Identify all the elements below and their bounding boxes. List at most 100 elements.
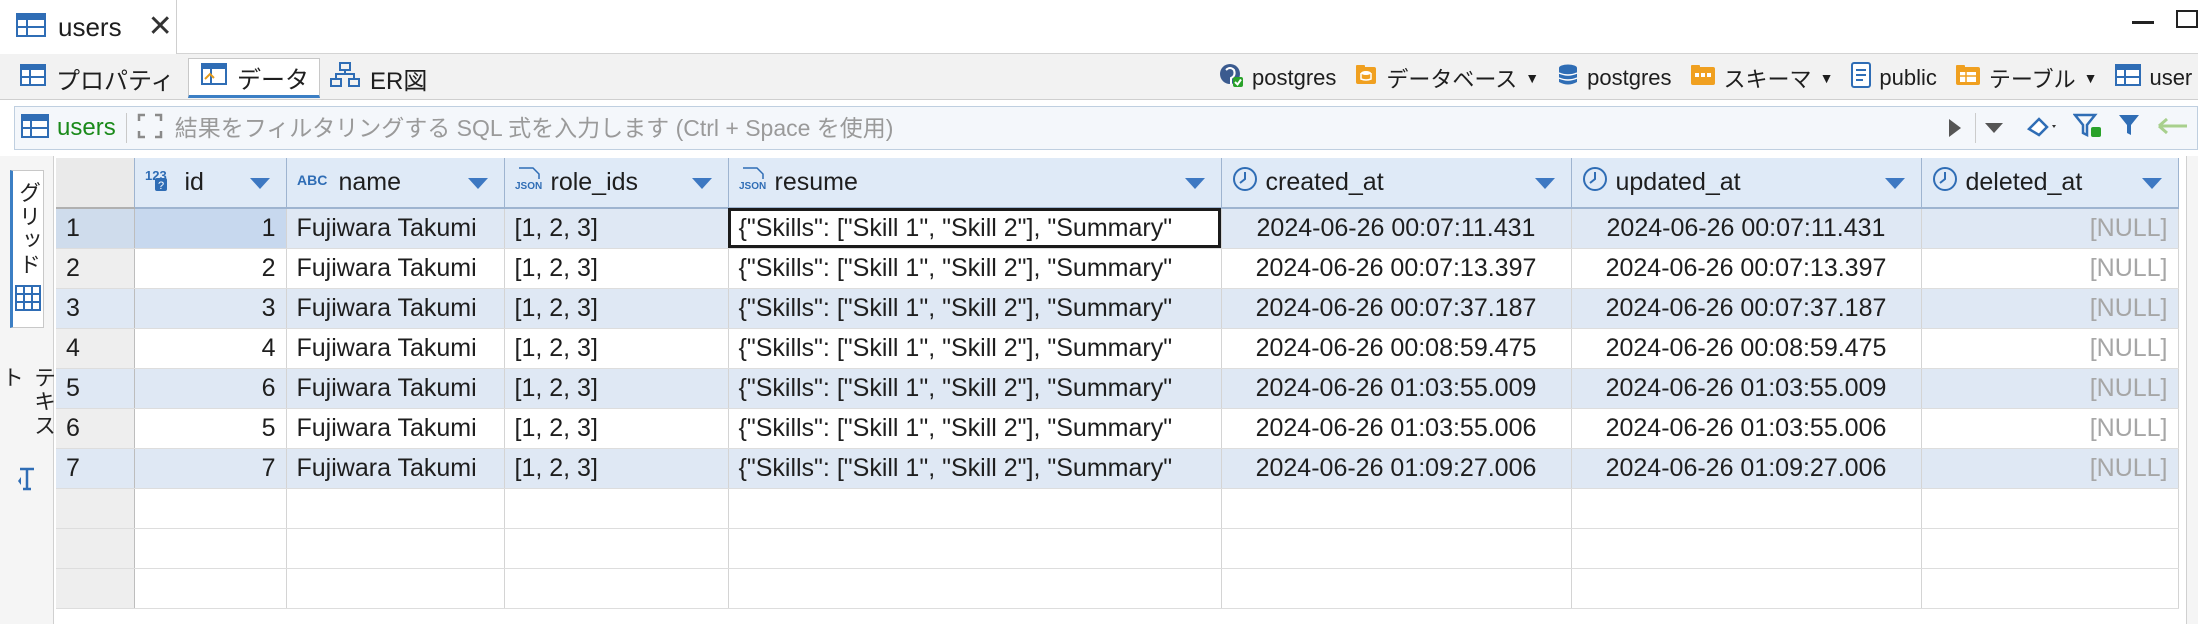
cell-id[interactable]: 7 <box>134 448 287 489</box>
breadcrumb-schema[interactable]: public <box>1851 62 1937 94</box>
cell-created-at[interactable]: 2024-06-26 00:07:11.431 <box>1221 208 1572 249</box>
cell-deleted-at[interactable]: [NULL] <box>1921 248 2179 289</box>
filter-history-dropdown[interactable] <box>1975 113 2011 143</box>
row-number[interactable]: 7 <box>56 448 135 489</box>
cell-updated-at[interactable]: 2024-06-26 01:03:55.009 <box>1571 368 1922 409</box>
column-header-updated-at[interactable]: updated_at <box>1571 158 1922 209</box>
chevron-down-icon[interactable]: ▼ <box>1525 70 1539 86</box>
cell-updated-at[interactable]: 2024-06-26 00:07:13.397 <box>1571 248 1922 289</box>
filter-settings-icon[interactable] <box>2072 113 2103 144</box>
table-row[interactable]: 3 3 Fujiwara Takumi [1, 2, 3] {"Skills":… <box>56 288 2179 329</box>
cell-created-at[interactable]: 2024-06-26 01:03:55.006 <box>1221 408 1572 449</box>
cell-updated-at[interactable]: 2024-06-26 01:03:55.006 <box>1571 408 1922 449</box>
cell-name[interactable]: Fujiwara Takumi <box>286 448 505 489</box>
cell-created-at[interactable]: 2024-06-26 01:09:27.006 <box>1221 448 1572 489</box>
row-number[interactable]: 3 <box>56 288 135 329</box>
cell-resume[interactable]: {"Skills": ["Skill 1", "Skill 2"], "Summ… <box>728 448 1222 489</box>
cell-deleted-at[interactable]: [NULL] <box>1921 408 2179 449</box>
cell-updated-at[interactable]: 2024-06-26 00:08:59.475 <box>1571 328 1922 369</box>
cell-deleted-at[interactable]: [NULL] <box>1921 368 2179 409</box>
cell-role-ids[interactable]: [1, 2, 3] <box>504 448 729 489</box>
cell-id[interactable]: 3 <box>134 288 287 329</box>
eraser-icon[interactable] <box>2025 113 2059 144</box>
cell-name[interactable]: Fujiwara Takumi <box>286 288 505 329</box>
row-number[interactable]: 1 <box>56 208 135 249</box>
row-number[interactable]: 6 <box>56 408 135 449</box>
cell-created-at[interactable]: 2024-06-26 00:07:37.187 <box>1221 288 1572 329</box>
tab-properties[interactable]: プロパティ <box>8 58 185 98</box>
cell-deleted-at[interactable]: [NULL] <box>1921 448 2179 489</box>
breadcrumb-table[interactable]: user <box>2115 64 2192 92</box>
cell-resume[interactable]: {"Skills": ["Skill 1", "Skill 2"], "Summ… <box>728 248 1222 289</box>
breadcrumb-schemas[interactable]: スキーマ ▼ <box>1690 62 1834 94</box>
breadcrumb-database[interactable]: postgres <box>1557 63 1672 93</box>
tab-text-view[interactable]: テキスト <box>0 356 56 496</box>
cell-name[interactable]: Fujiwara Takumi <box>286 208 505 249</box>
filter-icon[interactable] <box>2117 113 2143 144</box>
chevron-down-icon[interactable] <box>467 178 488 189</box>
table-row[interactable]: 2 2 Fujiwara Takumi [1, 2, 3] {"Skills":… <box>56 248 2179 289</box>
cell-resume[interactable]: {"Skills": ["Skill 1", "Skill 2"], "Summ… <box>728 328 1222 369</box>
chevron-down-icon[interactable] <box>1184 178 1205 189</box>
cell-id[interactable]: 4 <box>134 328 287 369</box>
cell-name[interactable]: Fujiwara Takumi <box>286 328 505 369</box>
cell-name[interactable]: Fujiwara Takumi <box>286 248 505 289</box>
cell-id[interactable]: 2 <box>134 248 287 289</box>
cell-deleted-at[interactable]: [NULL] <box>1921 288 2179 329</box>
minimize-icon[interactable] <box>2132 18 2154 24</box>
column-header-created-at[interactable]: created_at <box>1221 158 1572 209</box>
chevron-down-icon[interactable] <box>249 178 270 189</box>
cell-created-at[interactable]: 2024-06-26 01:03:55.009 <box>1221 368 1572 409</box>
cell-role-ids[interactable]: [1, 2, 3] <box>504 288 729 329</box>
row-number[interactable]: 4 <box>56 328 135 369</box>
breadcrumb-connection[interactable]: postgres <box>1218 62 1336 94</box>
cell-updated-at[interactable]: 2024-06-26 00:07:37.187 <box>1571 288 1922 329</box>
cell-created-at[interactable]: 2024-06-26 00:07:13.397 <box>1221 248 1572 289</box>
chevron-down-icon[interactable]: ▼ <box>1820 70 1834 86</box>
breadcrumb-tables[interactable]: テーブル ▼ <box>1955 62 2098 94</box>
table-row[interactable]: 5 6 Fujiwara Takumi [1, 2, 3] {"Skills":… <box>56 368 2179 409</box>
cell-name[interactable]: Fujiwara Takumi <box>286 368 505 409</box>
column-header-id[interactable]: 123? id <box>134 158 287 209</box>
tab-data[interactable]: データ <box>188 58 320 98</box>
cell-deleted-at[interactable]: [NULL] <box>1921 208 2179 249</box>
cell-resume[interactable]: {"Skills": ["Skill 1", "Skill 2"], "Summ… <box>728 208 1222 249</box>
row-number[interactable]: 5 <box>56 368 135 409</box>
column-header-name[interactable]: ABC name <box>286 158 505 209</box>
table-row[interactable]: 7 7 Fujiwara Takumi [1, 2, 3] {"Skills":… <box>56 448 2179 489</box>
cell-created-at[interactable]: 2024-06-26 00:08:59.475 <box>1221 328 1572 369</box>
filter-input[interactable] <box>174 109 1815 147</box>
cell-resume[interactable]: {"Skills": ["Skill 1", "Skill 2"], "Summ… <box>728 288 1222 329</box>
cell-role-ids[interactable]: [1, 2, 3] <box>504 328 729 369</box>
cell-role-ids[interactable]: [1, 2, 3] <box>504 248 729 289</box>
cell-id[interactable]: 6 <box>134 368 287 409</box>
column-header-resume[interactable]: JSON resume <box>728 158 1222 209</box>
editor-tab-users[interactable]: users ✕ <box>0 0 177 54</box>
column-header-deleted-at[interactable]: deleted_at <box>1921 158 2179 209</box>
chevron-down-icon[interactable] <box>1534 178 1555 189</box>
maximize-icon[interactable] <box>2176 10 2198 28</box>
cell-updated-at[interactable]: 2024-06-26 00:07:11.431 <box>1571 208 1922 249</box>
table-row[interactable]: 6 5 Fujiwara Takumi [1, 2, 3] {"Skills":… <box>56 408 2179 449</box>
tab-grid-view[interactable]: グリッド <box>10 170 44 328</box>
cell-role-ids[interactable]: [1, 2, 3] <box>504 368 729 409</box>
cell-id[interactable]: 5 <box>134 408 287 449</box>
table-row[interactable]: 1 1 Fujiwara Takumi [1, 2, 3] {"Skills":… <box>56 208 2179 249</box>
expand-icon[interactable] <box>137 113 163 144</box>
tab-er-diagram[interactable]: ER図 <box>318 58 437 98</box>
breadcrumb-databases[interactable]: データベース ▼ <box>1354 62 1539 94</box>
filter-entity[interactable]: users <box>15 107 116 149</box>
cell-resume[interactable]: {"Skills": ["Skill 1", "Skill 2"], "Summ… <box>728 408 1222 449</box>
chevron-down-icon[interactable] <box>2141 178 2162 189</box>
cell-deleted-at[interactable]: [NULL] <box>1921 328 2179 369</box>
cell-id[interactable]: 1 <box>134 208 287 249</box>
chevron-down-icon[interactable] <box>691 178 712 189</box>
column-header-role-ids[interactable]: JSON role_ids <box>504 158 729 209</box>
row-number[interactable]: 2 <box>56 248 135 289</box>
table-row[interactable]: 4 4 Fujiwara Takumi [1, 2, 3] {"Skills":… <box>56 328 2179 369</box>
cell-role-ids[interactable]: [1, 2, 3] <box>504 408 729 449</box>
cell-role-ids[interactable]: [1, 2, 3] <box>504 208 729 249</box>
cell-updated-at[interactable]: 2024-06-26 01:09:27.006 <box>1571 448 1922 489</box>
chevron-down-icon[interactable]: ▼ <box>2084 70 2098 86</box>
cell-name[interactable]: Fujiwara Takumi <box>286 408 505 449</box>
